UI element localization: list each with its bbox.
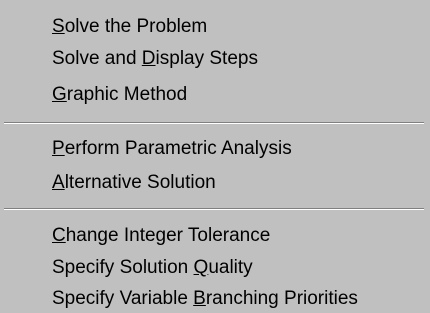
menu-item-accelerator: B (193, 288, 206, 309)
menu-item-accelerator: P (52, 138, 65, 159)
menu-item-label-post: lternative Solution (64, 172, 216, 193)
menu-item-label-post: erform Parametric Analysis (64, 138, 292, 159)
menu-item-change-integer-tolerance[interactable]: Change Integer Tolerance (52, 221, 422, 251)
menu-item-label-post: raphic Method (66, 84, 188, 105)
menu-item-specify-variable-branching-priorities[interactable]: Specify Variable Branching Priorities (52, 284, 422, 313)
menu-item-label-pre: Specify Solution (52, 257, 194, 278)
menu-item-alternative-solution[interactable]: Alternative Solution (52, 168, 422, 198)
menu-item-label-post: ranching Priorities (205, 288, 358, 309)
menu-item-label-post: hange Integer Tolerance (65, 225, 271, 246)
menu-item-accelerator: Q (193, 257, 209, 278)
menu-item-label-post: isplay Steps (155, 48, 258, 69)
menu-item-solve-the-problem[interactable]: Solve the Problem (52, 12, 422, 42)
menu-item-label-post: olve the Problem (64, 16, 208, 37)
menu-item-solve-and-display-steps[interactable]: Solve and Display Steps (52, 44, 422, 74)
menu-item-label-pre: Specify Variable (52, 288, 194, 309)
menu-item-label-pre: Solve and (52, 48, 142, 69)
menu-item-accelerator: A (52, 172, 65, 193)
menu-item-perform-parametric-analysis[interactable]: Perform Parametric Analysis (52, 134, 422, 164)
menu-item-specify-solution-quality[interactable]: Specify Solution Quality (52, 253, 422, 283)
menu-item-label-post: uality (208, 257, 253, 278)
menu-item-accelerator: S (52, 16, 65, 37)
menu-item-accelerator: G (52, 84, 67, 105)
menu-separator (4, 208, 424, 210)
menu-item-accelerator: D (141, 48, 156, 69)
context-menu: Solve the Problem Solve and Display Step… (0, 0, 430, 313)
menu-separator (4, 122, 424, 124)
menu-item-accelerator: C (52, 225, 66, 246)
menu-item-graphic-method[interactable]: Graphic Method (52, 80, 422, 110)
